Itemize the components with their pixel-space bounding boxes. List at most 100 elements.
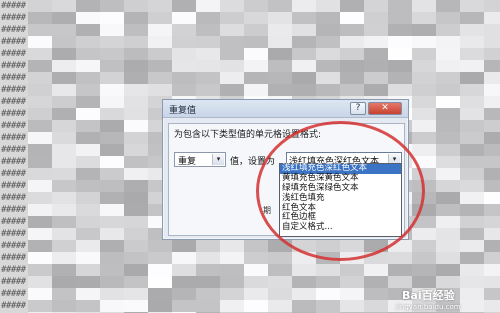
mosaic-cell bbox=[76, 180, 100, 192]
mosaic-cell bbox=[124, 48, 148, 60]
mosaic-cell bbox=[76, 12, 100, 24]
mosaic-cell bbox=[484, 132, 500, 144]
mosaic-cell bbox=[340, 24, 364, 36]
mosaic-cell bbox=[148, 288, 172, 300]
mosaic-cell bbox=[292, 48, 316, 60]
mosaic-cell bbox=[172, 240, 196, 252]
mosaic-cell bbox=[196, 252, 220, 264]
mosaic-cell bbox=[484, 192, 500, 204]
mosaic-cell bbox=[460, 204, 484, 216]
mosaic-cell bbox=[388, 48, 412, 60]
mosaic-cell bbox=[316, 12, 340, 24]
mosaic-cell bbox=[412, 240, 436, 252]
mosaic-cell bbox=[460, 60, 484, 72]
mosaic-cell bbox=[460, 12, 484, 24]
mosaic-cell bbox=[412, 144, 436, 156]
chevron-down-icon[interactable]: ▾ bbox=[212, 154, 224, 165]
condition-select[interactable]: 重复 ▾ bbox=[174, 152, 226, 167]
row-hash-text: ##### bbox=[1, 121, 26, 131]
mosaic-cell bbox=[436, 60, 460, 72]
mosaic-cell bbox=[124, 288, 148, 300]
mosaic-cell bbox=[388, 36, 412, 48]
mosaic-cell bbox=[268, 276, 292, 288]
mosaic-cell bbox=[28, 240, 52, 252]
mosaic-cell bbox=[52, 180, 76, 192]
row-hash-text: ##### bbox=[1, 145, 26, 155]
mosaic-cell bbox=[460, 264, 484, 276]
mosaic-cell bbox=[364, 288, 388, 300]
mosaic-cell bbox=[148, 0, 172, 12]
mosaic-cell bbox=[244, 24, 268, 36]
row-hash-text: ##### bbox=[1, 13, 26, 23]
mosaic-cell bbox=[340, 12, 364, 24]
mosaic-cell bbox=[172, 252, 196, 264]
mosaic-cell bbox=[52, 120, 76, 132]
mosaic-cell bbox=[52, 12, 76, 24]
mosaic-cell bbox=[124, 0, 148, 12]
mosaic-cell bbox=[460, 300, 484, 312]
mosaic-cell bbox=[436, 204, 460, 216]
mosaic-cell bbox=[196, 276, 220, 288]
mosaic-cell bbox=[364, 276, 388, 288]
mosaic-cell bbox=[100, 276, 124, 288]
mosaic-cell bbox=[172, 0, 196, 12]
mosaic-cell bbox=[100, 84, 124, 96]
mosaic-cell bbox=[52, 144, 76, 156]
mosaic-cell bbox=[220, 276, 244, 288]
mosaic-cell bbox=[100, 228, 124, 240]
mosaic-cell bbox=[244, 60, 268, 72]
mosaic-cell bbox=[436, 144, 460, 156]
mosaic-cell bbox=[76, 60, 100, 72]
mosaic-cell bbox=[52, 204, 76, 216]
mosaic-cell bbox=[52, 192, 76, 204]
mosaic-cell bbox=[364, 84, 388, 96]
mosaic-cell bbox=[268, 60, 292, 72]
close-button[interactable]: ✕ bbox=[368, 102, 402, 115]
mosaic-cell bbox=[412, 60, 436, 72]
mosaic-cell bbox=[316, 60, 340, 72]
mosaic-cell bbox=[436, 72, 460, 84]
mosaic-cell bbox=[76, 288, 100, 300]
mosaic-cell bbox=[148, 12, 172, 24]
mosaic-cell bbox=[148, 264, 172, 276]
mosaic-cell bbox=[412, 24, 436, 36]
row-hash-text: ##### bbox=[1, 1, 26, 11]
mosaic-cell bbox=[100, 36, 124, 48]
mosaic-cell bbox=[124, 252, 148, 264]
mosaic-cell bbox=[124, 84, 148, 96]
mosaic-cell bbox=[196, 300, 220, 312]
mosaic-cell bbox=[460, 144, 484, 156]
mosaic-cell bbox=[220, 60, 244, 72]
mosaic-cell bbox=[28, 132, 52, 144]
mosaic-cell bbox=[124, 204, 148, 216]
row-hash-text: ##### bbox=[1, 109, 26, 119]
mosaic-cell bbox=[172, 276, 196, 288]
mosaic-cell bbox=[412, 84, 436, 96]
mosaic-cell bbox=[52, 156, 76, 168]
mosaic-cell bbox=[76, 48, 100, 60]
mosaic-cell bbox=[364, 0, 388, 12]
mosaic-cell bbox=[76, 72, 100, 84]
mosaic-cell bbox=[460, 168, 484, 180]
mosaic-cell bbox=[28, 36, 52, 48]
mosaic-cell bbox=[268, 84, 292, 96]
mosaic-cell bbox=[340, 264, 364, 276]
mosaic-cell bbox=[220, 24, 244, 36]
mosaic-cell bbox=[436, 120, 460, 132]
mosaic-cell bbox=[460, 276, 484, 288]
mosaic-cell bbox=[220, 252, 244, 264]
mosaic-cell bbox=[484, 228, 500, 240]
mosaic-cell bbox=[124, 24, 148, 36]
mosaic-cell bbox=[28, 276, 52, 288]
mosaic-cell bbox=[124, 96, 148, 108]
mosaic-cell bbox=[244, 84, 268, 96]
mosaic-cell bbox=[76, 0, 100, 12]
mosaic-cell bbox=[52, 276, 76, 288]
mosaic-cell bbox=[124, 240, 148, 252]
help-button[interactable]: ? bbox=[350, 102, 366, 115]
mosaic-cell bbox=[52, 252, 76, 264]
mosaic-cell bbox=[268, 252, 292, 264]
mosaic-cell bbox=[28, 0, 52, 12]
mosaic-cell bbox=[172, 288, 196, 300]
mosaic-cell bbox=[28, 204, 52, 216]
